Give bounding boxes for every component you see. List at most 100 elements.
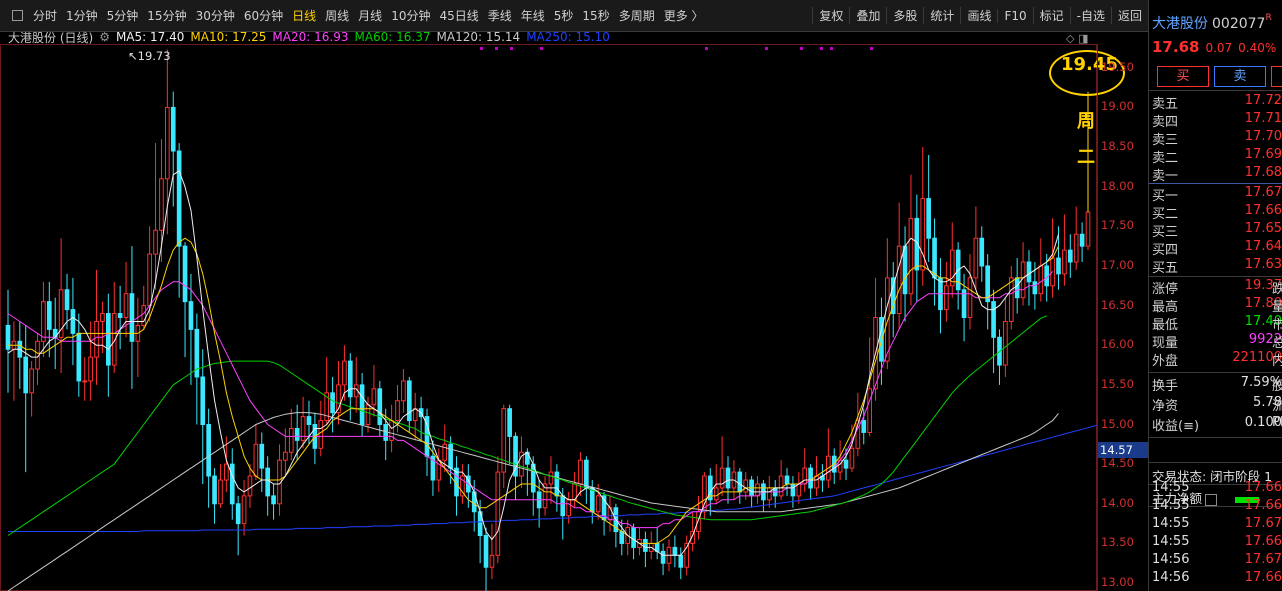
candle-body xyxy=(448,443,453,469)
candle-body xyxy=(678,554,684,568)
candle-body xyxy=(64,289,70,311)
period-tab-14[interactable]: 15秒 xyxy=(582,7,609,24)
tick-row: 14:55 17.66 xyxy=(1152,534,1282,552)
ask-row-4-value: 17.68 xyxy=(1244,165,1282,180)
price-change: 0.07 xyxy=(1205,41,1233,55)
candle-body xyxy=(253,443,259,477)
period-tab-3[interactable]: 15分钟 xyxy=(147,7,186,24)
candle-body xyxy=(377,388,383,426)
stat-row-2: 最低 17.40 市 xyxy=(1152,314,1282,333)
tool-button-7[interactable]: -自选 xyxy=(1069,7,1111,24)
candle-body xyxy=(672,546,678,556)
period-tab-16[interactable]: 更多 〉 xyxy=(664,7,704,24)
tool-button-5[interactable]: F10 xyxy=(997,8,1032,23)
candle-body xyxy=(1026,261,1032,283)
chart-border xyxy=(0,44,1097,591)
more-button[interactable] xyxy=(1271,66,1282,87)
signal-dot xyxy=(765,47,768,50)
candle-body xyxy=(643,538,648,552)
candle-body xyxy=(967,277,973,318)
candle-body xyxy=(235,503,241,525)
tick-time: 14:56 xyxy=(1152,552,1190,567)
panel-toggle-icon[interactable] xyxy=(12,10,23,21)
tick-time: 14:55 xyxy=(1152,498,1190,513)
price-tick-8: 15.50 xyxy=(1101,376,1134,391)
candle-body xyxy=(595,495,601,513)
tick-time: 14:55 xyxy=(1152,534,1190,549)
stat2-row-2-extra: PE xyxy=(1272,415,1282,430)
price-line: 17.68 0.07 0.40% xyxy=(1152,38,1282,56)
price-tick-10: 14.50 xyxy=(1101,456,1134,471)
tick-price: 17.66 xyxy=(1244,570,1282,585)
period-tab-13[interactable]: 5秒 xyxy=(554,7,574,24)
tool-button-2[interactable]: 多股 xyxy=(886,7,923,24)
candle-body xyxy=(206,424,211,477)
period-tab-15[interactable]: 多周期 xyxy=(619,7,655,24)
candle-body xyxy=(218,479,223,505)
settings-icon[interactable]: ⚙ xyxy=(99,30,110,44)
candle-body xyxy=(796,483,802,497)
candle-body xyxy=(283,451,288,461)
annotation-weekday-1: 周 xyxy=(1077,111,1095,132)
period-tab-7[interactable]: 周线 xyxy=(325,7,349,24)
bid-row-4-label: 买五 xyxy=(1152,261,1179,276)
stat2-row-0-label: 换手 xyxy=(1152,379,1179,394)
candle-body xyxy=(554,471,560,497)
period-tab-1[interactable]: 1分钟 xyxy=(66,7,98,24)
last-price: 17.68 xyxy=(1152,38,1200,56)
tick-price: 17.67 xyxy=(1244,552,1282,567)
stat-row-1: 最高 17.80 量 xyxy=(1152,296,1282,315)
candle-body xyxy=(560,495,566,517)
bid-row-2: 买三 17.65 xyxy=(1152,221,1282,240)
ask-row-0-label: 卖五 xyxy=(1152,97,1179,112)
tool-button-4[interactable]: 画线 xyxy=(960,7,997,24)
candle-body xyxy=(932,237,937,279)
tool-button-0[interactable]: 复权 xyxy=(812,7,849,24)
period-tab-5[interactable]: 60分钟 xyxy=(244,7,283,24)
stat-row-1-value: 17.80 xyxy=(1244,296,1282,311)
period-tab-10[interactable]: 45日线 xyxy=(439,7,478,24)
candle-body xyxy=(1079,233,1085,247)
candle-body xyxy=(584,459,589,489)
candle-body xyxy=(885,277,890,362)
tool-button-6[interactable]: 标记 xyxy=(1032,7,1070,24)
period-tab-6[interactable]: 日线 xyxy=(292,7,316,24)
candle-body xyxy=(566,499,571,517)
bid-row-0-label: 买一 xyxy=(1152,189,1179,204)
candle-body xyxy=(896,245,902,315)
candle-body xyxy=(229,463,235,505)
candle-body xyxy=(401,380,406,402)
stat-row-1-extra: 量 xyxy=(1272,300,1282,315)
candle-body xyxy=(814,475,819,489)
sell-button[interactable]: 卖 xyxy=(1214,66,1266,87)
candle-body xyxy=(719,467,725,489)
period-tabs: 分时 1分钟 5分钟 15分钟 30分钟 60分钟 日线 周线 月线 10分钟 45日线 季线 年线 5秒… xyxy=(33,0,713,31)
candle-body xyxy=(1062,249,1067,275)
candlestick-chart[interactable] xyxy=(0,44,1097,591)
ask-row-1: 卖四 17.71 xyxy=(1152,111,1282,130)
tool-button-3[interactable]: 统计 xyxy=(923,7,960,24)
buy-button[interactable]: 买 xyxy=(1157,66,1209,87)
candle-body xyxy=(371,388,377,406)
stat2-row-2-label: 收益(≡) xyxy=(1152,419,1200,434)
period-tab-9[interactable]: 10分钟 xyxy=(391,7,430,24)
bid-row-2-label: 买三 xyxy=(1152,225,1179,240)
period-tab-0[interactable]: 分时 xyxy=(33,7,57,24)
candle-body xyxy=(170,106,176,152)
tool-button-1[interactable]: 叠加 xyxy=(849,7,886,24)
ma-values: MA5: 17.40 MA10: 17.25 MA20: 16.93 MA60: 16… xyxy=(116,30,616,44)
candle-body xyxy=(241,495,247,525)
period-tab-11[interactable]: 季线 xyxy=(488,7,512,24)
candle-body xyxy=(247,475,253,497)
period-tab-2[interactable]: 5分钟 xyxy=(107,7,139,24)
period-tab-8[interactable]: 月线 xyxy=(358,7,382,24)
candle-body xyxy=(495,471,501,556)
price-tick-13: 13.00 xyxy=(1101,575,1134,590)
stat-row-0: 涨停 19.37 跌 xyxy=(1152,278,1282,297)
ask-row-1-label: 卖四 xyxy=(1152,115,1179,130)
period-tab-12[interactable]: 年线 xyxy=(521,7,545,24)
tool-button-8[interactable]: 返回 xyxy=(1110,7,1148,24)
period-tab-4[interactable]: 30分钟 xyxy=(196,7,235,24)
stat2-row-2: 收益(≡) 0.100PE xyxy=(1152,415,1282,434)
candle-body xyxy=(713,487,719,501)
